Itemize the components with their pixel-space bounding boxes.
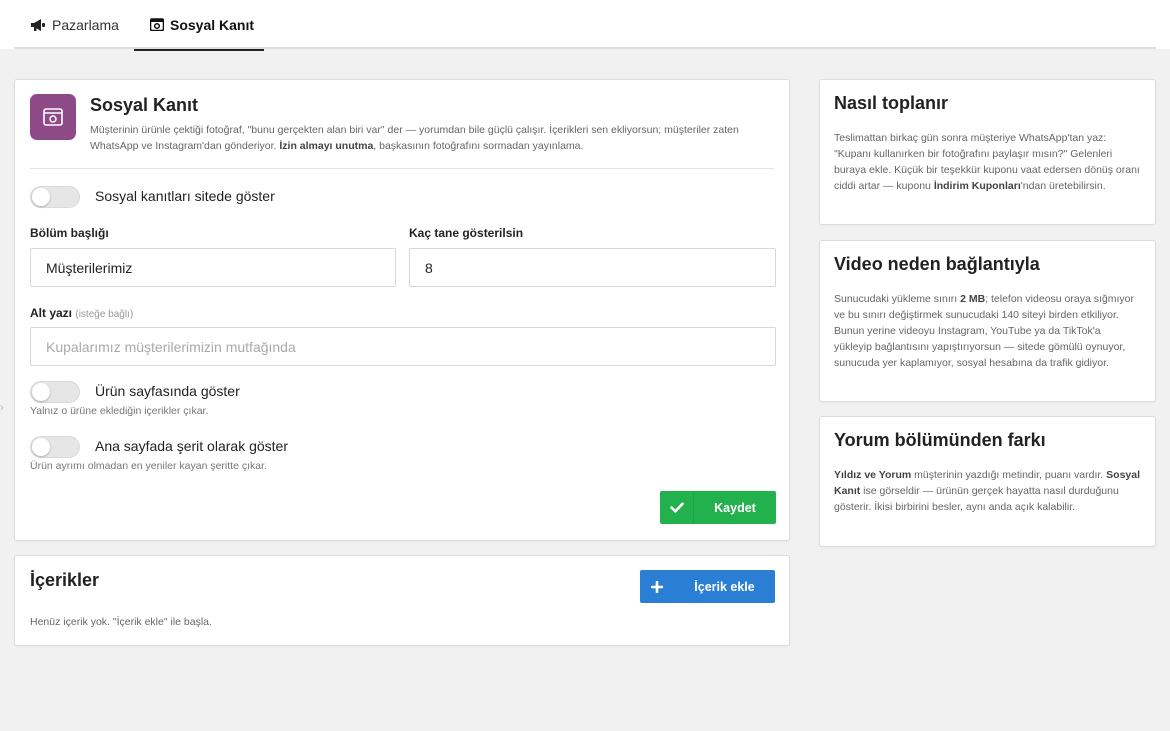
show-on-site-label: Sosyal kanıtları sitede göster <box>95 188 275 204</box>
chevron-right-icon: › <box>0 402 4 414</box>
social-proof-logo-icon <box>30 94 76 140</box>
add-content-button[interactable]: İçerik ekle <box>640 570 775 603</box>
how-to-collect-card: Nasıl toplanır Teslimattan birkaç gün so… <box>819 79 1156 225</box>
difference-card: Yorum bölümünden farkı Yıldız ve Yorum m… <box>819 416 1156 547</box>
plus-icon <box>640 570 674 603</box>
optional-tag: (isteğe bağlı) <box>75 309 134 320</box>
subtitle-input[interactable] <box>30 327 776 366</box>
save-button[interactable]: Kaydet <box>660 491 776 524</box>
contents-title: İçerikler <box>30 570 100 590</box>
how-to-collect-title: Nasıl toplanır <box>834 93 949 113</box>
difference-text: Yıldız ve Yorum müşterinin yazdığı metin… <box>834 469 1141 513</box>
check-icon <box>660 491 694 524</box>
megaphone-icon <box>30 18 46 32</box>
show-on-site-toggle[interactable] <box>30 186 80 208</box>
video-link-title: Video neden bağlantıyla <box>834 254 1040 274</box>
tab-bar: Pazarlama Sosyal Kanıt <box>14 0 1156 51</box>
tab-label: Sosyal Kanıt <box>170 16 255 33</box>
settings-description: Müşterinin ürünle çektiği fotoğraf, "bun… <box>90 124 739 152</box>
product-page-hint: Yalnız o ürüne eklediğin içerikler çıkar… <box>30 405 209 417</box>
settings-title: Sosyal Kanıt <box>90 95 199 115</box>
section-title-input[interactable] <box>30 248 396 287</box>
homepage-strip-label: Ana sayfada şerit olarak göster <box>95 438 288 454</box>
product-page-label: Ürün sayfasında göster <box>95 383 240 399</box>
difference-title: Yorum bölümünden farkı <box>834 430 1046 450</box>
social-proof-settings-card: Sosyal Kanıt Müşterinin ürünle çektiği f… <box>14 79 790 541</box>
tab-label: Pazarlama <box>52 16 119 33</box>
product-page-toggle[interactable] <box>30 381 80 403</box>
homepage-strip-toggle[interactable] <box>30 436 80 458</box>
homepage-strip-hint: Ürün ayrımı olmadan en yeniler kayan şer… <box>30 460 267 472</box>
count-label: Kaç tane gösterilsin <box>409 226 524 240</box>
count-input[interactable] <box>409 248 776 287</box>
subtitle-label: Alt yazı (isteğe bağlı) <box>30 306 134 320</box>
contents-card: İçerikler İçerik ekle Henüz içerik yok. … <box>14 555 790 646</box>
tab-sosyal-kanit[interactable]: Sosyal Kanıt <box>134 0 264 51</box>
camera-icon <box>150 18 164 31</box>
video-link-text: Sunucudaki yükleme sınırı 2 MB; telefon … <box>834 293 1134 369</box>
section-title-label: Bölüm başlığı <box>30 226 109 240</box>
video-link-card: Video neden bağlantıyla Sunucudaki yükle… <box>819 240 1156 402</box>
how-to-collect-text: Teslimattan birkaç gün sonra müşteriye W… <box>834 132 1140 192</box>
divider <box>30 168 774 169</box>
tab-pazarlama[interactable]: Pazarlama <box>30 0 119 49</box>
contents-empty-text: Henüz içerik yok. "İçerik ekle" ile başl… <box>30 616 212 628</box>
